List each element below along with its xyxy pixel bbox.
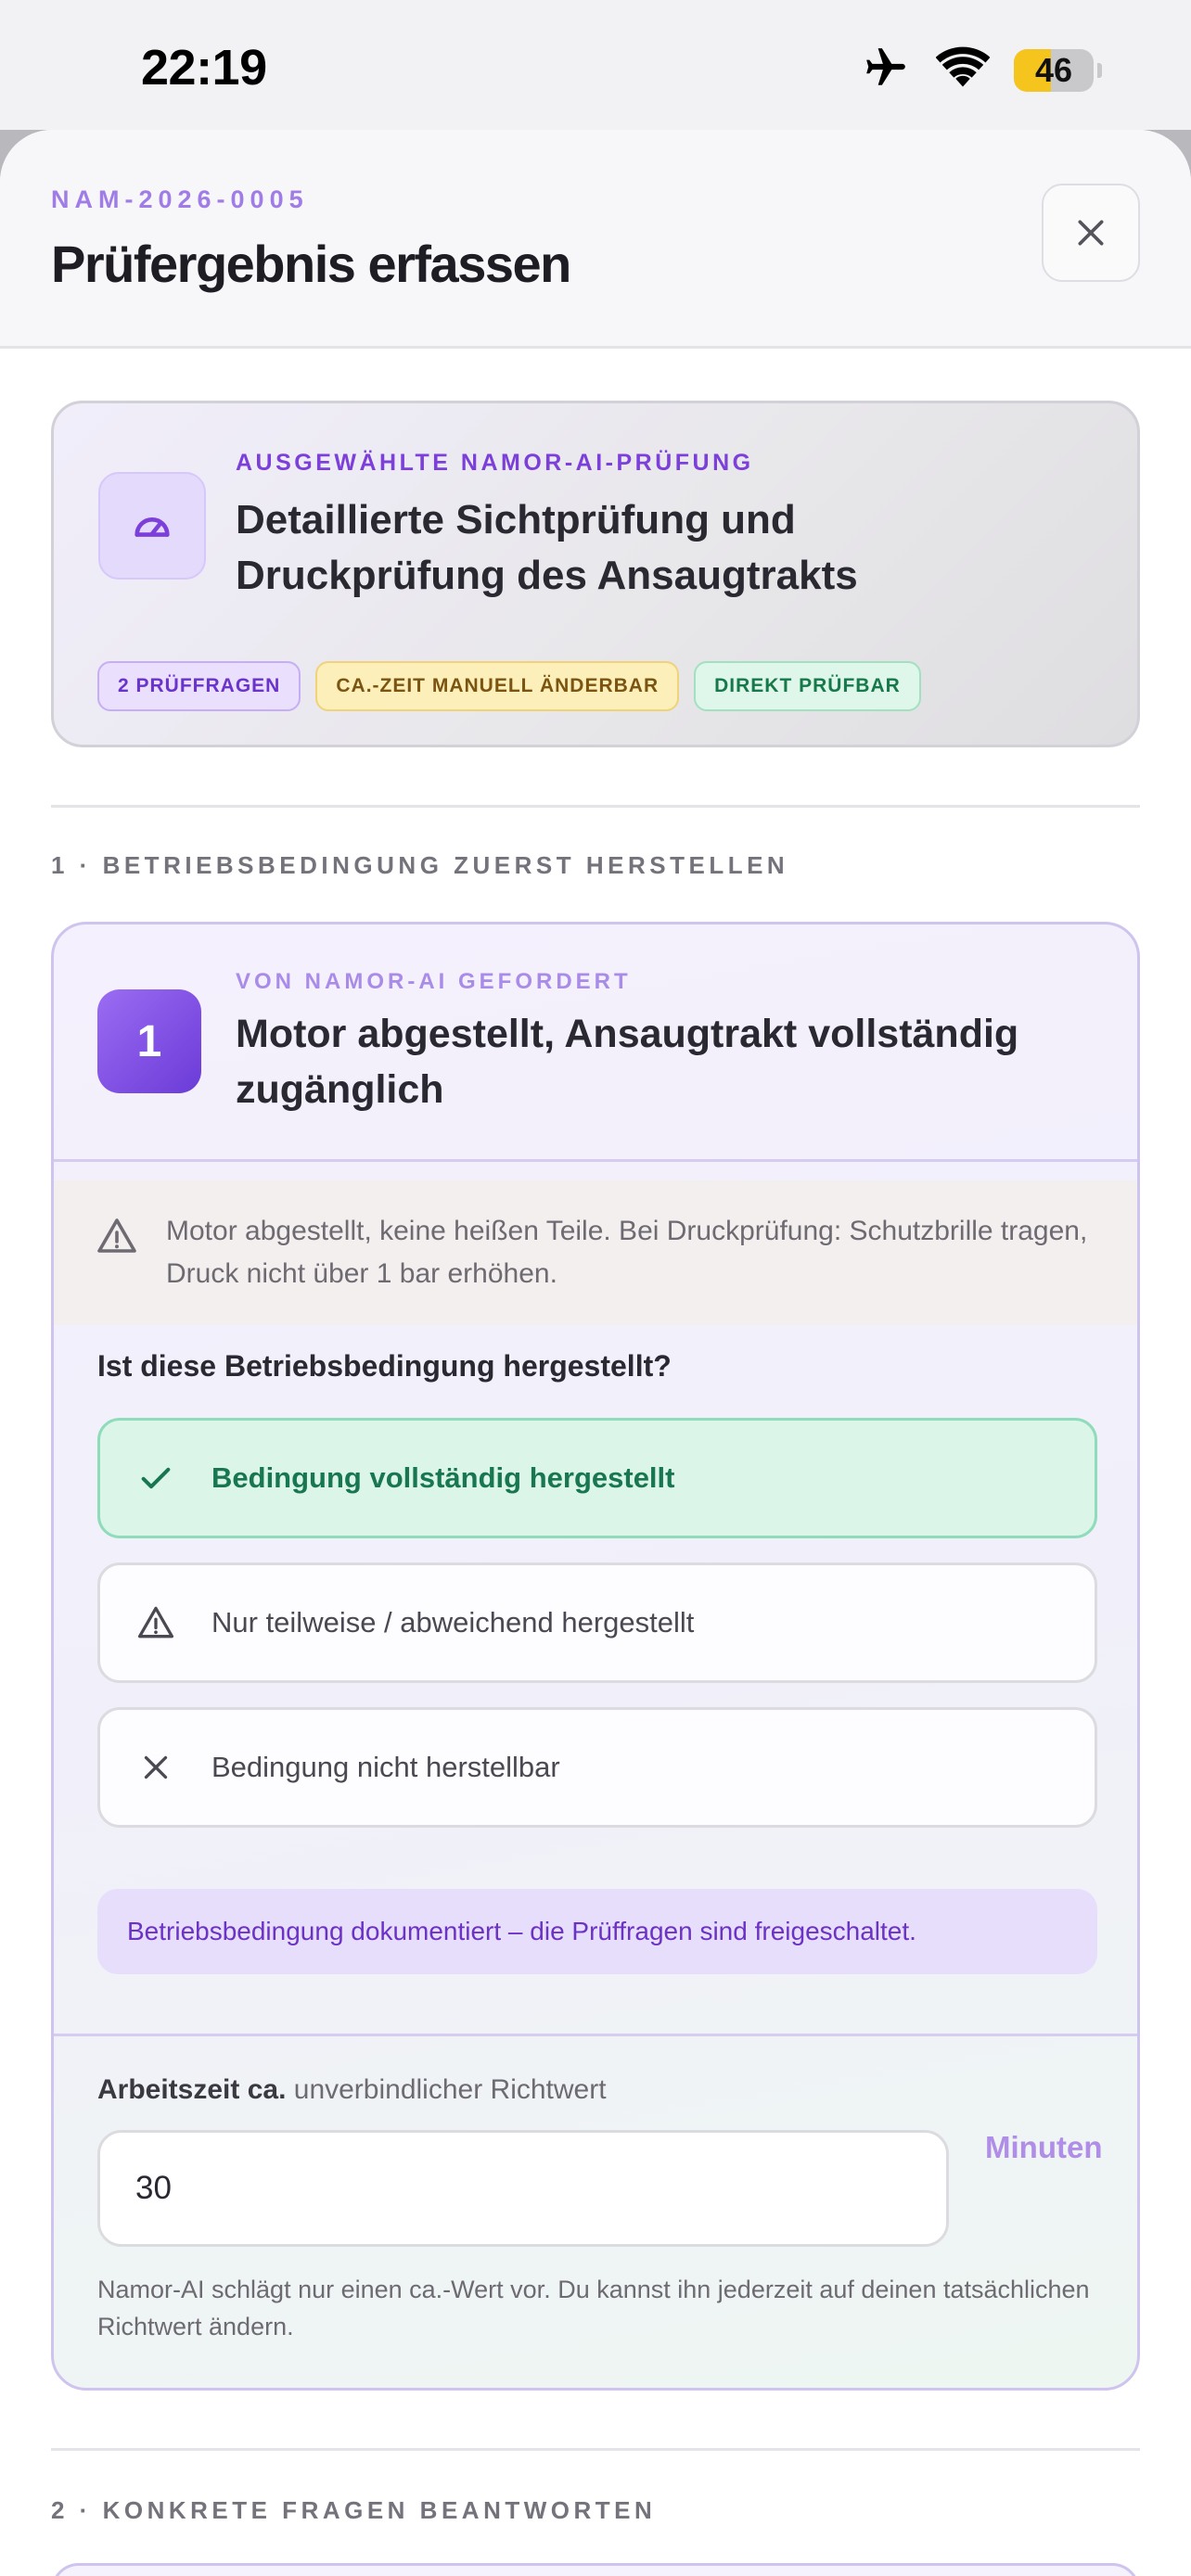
condition-title: Motor abgestellt, Ansaugtrakt vollständi…: [236, 1012, 1019, 1112]
chip-time-editable: CA.-ZEIT MANUELL ÄNDERBAR: [315, 661, 680, 711]
option-partially-established[interactable]: Nur teilweise / abweichend hergestellt: [97, 1562, 1097, 1683]
work-time-hint: Namor-AI schlägt nur einen ca.-Wert vor.…: [97, 2276, 1090, 2340]
question-card-peek: [51, 2563, 1140, 2576]
status-time: 22:19: [141, 40, 267, 96]
chip-direct-checkable: DIREKT PRÜFBAR: [694, 661, 921, 711]
section-label-2: 2 · KONKRETE FRAGEN BEANTWORTEN: [51, 2496, 657, 2524]
wifi-icon: [935, 46, 991, 94]
battery-indicator: 46: [1014, 48, 1094, 92]
work-time-divider: [54, 2034, 1137, 2036]
unlock-note: Betriebsbedingung dokumentiert – die Prü…: [97, 1889, 1097, 1974]
chip-row: 2 PRÜFFRAGEN CA.-ZEIT MANUELL ÄNDERBAR D…: [97, 661, 921, 711]
close-icon: [1078, 220, 1104, 246]
selected-check-card: AUSGEWÄHLTE NAMOR-AI-PRÜFUNG Detailliert…: [51, 401, 1140, 747]
condition-number: 1: [97, 989, 201, 1093]
chip-question-count: 2 PRÜFFRAGEN: [97, 661, 301, 711]
work-time-input[interactable]: [97, 2130, 949, 2247]
selected-check-kicker: AUSGEWÄHLTE NAMOR-AI-PRÜFUNG: [236, 450, 754, 476]
condition-question: Ist diese Betriebsbedingung hergestellt?: [97, 1349, 672, 1383]
gauge-icon: [134, 517, 170, 537]
option-fully-established[interactable]: Bedingung vollständig hergestellt: [97, 1418, 1097, 1538]
safety-warning: Motor abgestellt, keine heißen Teile. Be…: [54, 1180, 1137, 1325]
close-icon: [100, 1751, 211, 1784]
status-icons: 46: [860, 45, 1102, 96]
work-time-unit: Minuten: [985, 2130, 1103, 2164]
warning-icon: [100, 1602, 211, 1643]
section-label-1: 1 · BETRIEBSBEDINGUNG ZUERST HERSTELLEN: [51, 851, 789, 879]
option-label: Bedingung vollständig hergestellt: [211, 1461, 675, 1494]
section-divider: [51, 805, 1140, 808]
option-label: Nur teilweise / abweichend hergestellt: [211, 1606, 695, 1639]
work-time-label: Arbeitszeit ca. unverbindlicher Richtwer…: [97, 2074, 607, 2106]
result-sheet: NAM-2026-0005 Prüfergebnis erfassen AUSG…: [0, 130, 1191, 2576]
warning-icon: [95, 1214, 139, 1263]
check-icon: [100, 1460, 211, 1497]
selected-check-title: Detaillierte Sichtprüfung und Druckprüfu…: [236, 497, 858, 598]
work-time-label-rest: unverbindlicher Richtwert: [286, 2074, 607, 2105]
case-id: NAM-2026-0005: [51, 185, 309, 213]
close-button[interactable]: [1042, 184, 1140, 282]
condition-kicker: VON NAMOR-AI GEFORDERT: [236, 969, 632, 994]
condition-card: 1 VON NAMOR-AI GEFORDERT Motor abgestell…: [51, 922, 1140, 2391]
option-not-establishable[interactable]: Bedingung nicht herstellbar: [97, 1707, 1097, 1828]
battery-percent: 46: [1034, 50, 1073, 89]
work-time-label-bold: Arbeitszeit ca.: [97, 2074, 287, 2105]
page-title: Prüfergebnis erfassen: [51, 235, 571, 293]
section-divider: [51, 2448, 1140, 2451]
option-label: Bedingung nicht herstellbar: [211, 1751, 560, 1783]
status-bar: 22:19 46: [0, 0, 1191, 130]
battery-tip: [1097, 62, 1102, 78]
sheet-header: NAM-2026-0005 Prüfergebnis erfassen: [0, 130, 1191, 349]
airplane-mode-icon: [860, 45, 912, 96]
safety-warning-text: Motor abgestellt, keine heißen Teile. Be…: [166, 1216, 1088, 1289]
gauge-tile: [98, 472, 206, 580]
condition-header: 1 VON NAMOR-AI GEFORDERT Motor abgestell…: [54, 925, 1137, 1162]
